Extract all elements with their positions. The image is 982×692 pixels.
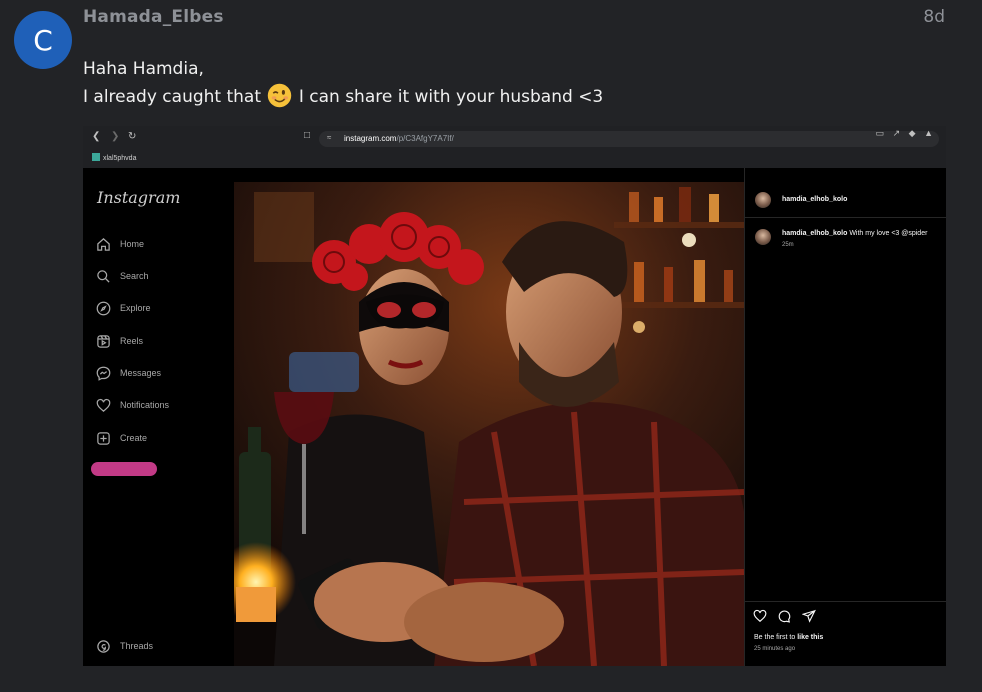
caption-time: 25m <box>782 242 794 248</box>
post-line-1: Haha Hamdia, <box>83 59 204 79</box>
avatar[interactable]: C <box>14 11 72 69</box>
bookmark-item: xlal5phvda <box>92 153 136 162</box>
search-icon <box>97 269 110 283</box>
browser-toolbar: ❮ ❯ ↻ □ ≈ instagram.com/p/C3AfgY7A7If/ ▭… <box>83 126 946 168</box>
comment-avatar <box>755 229 771 245</box>
divider <box>745 217 946 218</box>
post-detail-panel: hamdia_elhob_kolo hamdia_elhob_kolo With… <box>744 168 946 666</box>
like-heart-icon <box>753 609 767 623</box>
share-icon <box>801 609 816 623</box>
instagram-logo: Instagram <box>97 188 181 207</box>
nav-notifications: Notifications <box>96 397 169 413</box>
nav-reels-label: Reels <box>120 336 144 346</box>
url-text: instagram.com/p/C3AfgY7A7If/ <box>344 134 454 143</box>
nav-threads: Threads <box>96 638 153 654</box>
post-body: Haha Hamdia, I already caught that I can… <box>83 56 603 111</box>
instagram-sidebar: Instagram Home Search Explore Reels Mess… <box>83 168 234 666</box>
nav-home: Home <box>96 236 144 252</box>
bookmark-favicon <box>92 153 100 161</box>
divider <box>745 601 946 602</box>
post-line-2-before: I already caught that <box>83 87 262 107</box>
nav-home-label: Home <box>120 239 145 249</box>
post-author[interactable]: Hamada_Elbes <box>83 7 224 27</box>
nav-create: Create <box>96 430 147 446</box>
nav-messages-label: Messages <box>120 368 162 378</box>
nav-threads-label: Threads <box>120 641 154 651</box>
reels-icon <box>97 334 110 348</box>
plus-icon <box>97 431 110 445</box>
caption: hamdia_elhob_kolo With my love <3 @spide… <box>782 230 928 237</box>
nav-notifications-label: Notifications <box>120 400 170 410</box>
redaction-scribble <box>91 462 157 476</box>
site-info-icon: ≈ <box>327 133 332 142</box>
messenger-icon <box>96 366 111 381</box>
heart-icon <box>96 398 111 412</box>
nav-create-label: Create <box>120 433 148 443</box>
bookmark-icon: □ <box>304 130 311 141</box>
nav-search: Search <box>96 268 149 284</box>
post-age[interactable]: 8d <box>923 7 945 27</box>
home-icon <box>97 237 110 251</box>
comment-icon <box>779 610 791 623</box>
nav-reels: Reels <box>96 333 143 349</box>
nav-explore: Explore <box>96 300 151 316</box>
reload-icon: ↻ <box>128 131 137 142</box>
threads-icon <box>97 639 110 653</box>
winking-face-icon <box>268 83 292 108</box>
url-bar: ≈ instagram.com/p/C3AfgY7A7If/ <box>319 131 939 147</box>
attached-screenshot[interactable]: ❮ ❯ ↻ □ ≈ instagram.com/p/C3AfgY7A7If/ ▭… <box>83 126 946 666</box>
compass-icon <box>96 301 111 315</box>
likes-text: Be the first to like this <box>754 634 824 641</box>
author-avatar <box>755 192 771 208</box>
forward-icon: ❯ <box>111 131 120 142</box>
post-header: hamdia_elhob_kolo <box>745 184 946 214</box>
browser-extension-icons: ▭ ↗ ◆ ▲ <box>875 128 936 138</box>
back-icon: ❮ <box>92 131 101 142</box>
posted-time: 25 minutes ago <box>754 646 796 652</box>
post-line-2-after: I can share it with your husband <3 <box>298 87 604 107</box>
post-actions <box>753 609 822 628</box>
post-author-username: hamdia_elhob_kolo <box>782 196 848 203</box>
nav-search-label: Search <box>120 271 149 281</box>
post-photo <box>234 182 744 666</box>
post-line-2: I already caught that I can share it wit… <box>83 83 603 111</box>
nav-messages: Messages <box>96 365 161 381</box>
nav-explore-label: Explore <box>120 303 151 313</box>
